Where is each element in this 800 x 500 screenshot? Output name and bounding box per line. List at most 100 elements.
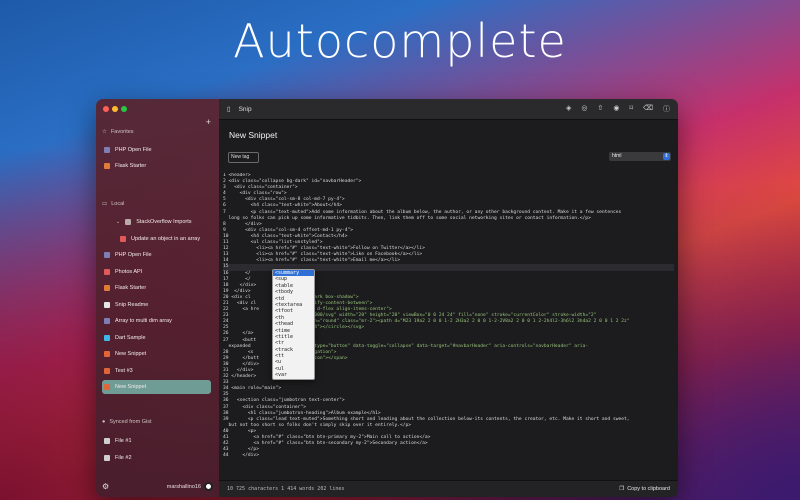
code-line-text: 20 <div cl bbox=[223, 294, 251, 300]
code-line-text: 41 <a href="#" class="btn btn-primary my… bbox=[223, 435, 431, 441]
sidebar-item-label: Test #3 bbox=[115, 367, 133, 374]
code-line-text: 34 <main role="main"> bbox=[223, 386, 282, 392]
code-line-text: 17 </ bbox=[223, 276, 251, 282]
code-line-text: 4 <div class="row"> bbox=[223, 191, 287, 197]
html-icon bbox=[104, 367, 110, 374]
sidebar-footer: ⚙ marshallino16 bbox=[102, 482, 213, 491]
sidebar-item-label: PHP Open File bbox=[115, 252, 152, 258]
sidebar-item[interactable]: Dart Sample bbox=[102, 331, 211, 345]
sidebar-item[interactable]: File #2 bbox=[102, 451, 211, 465]
code-line-text: 43 </p> bbox=[223, 447, 259, 453]
info-icon[interactable]: ⓘ bbox=[663, 104, 670, 114]
main-panel: ▯ Snip ◈ ◎ ⇧ ◉ ⌑ ⌫ ⓘ New Snippet New tag… bbox=[219, 99, 678, 497]
html-icon bbox=[104, 351, 110, 357]
add-snippet-button[interactable]: + bbox=[206, 117, 211, 127]
sidebar-item[interactable]: Test #3 bbox=[102, 364, 211, 378]
file-icon bbox=[104, 438, 110, 444]
close-window-button[interactable] bbox=[103, 106, 109, 112]
chevron-updown-icon: ⇕ bbox=[663, 153, 670, 160]
trash-icon[interactable]: ⌫ bbox=[643, 104, 653, 114]
code-line-text: 31 </div> bbox=[223, 368, 254, 373]
php-icon bbox=[104, 318, 110, 324]
window-controls bbox=[103, 106, 127, 112]
code-line-text: 16 </ bbox=[223, 270, 251, 276]
copy-to-clipboard-button[interactable]: ❐ Copy to clipboard bbox=[619, 486, 670, 492]
sidebar-item[interactable]: Update an object in an array bbox=[118, 232, 211, 246]
sidebar-item[interactable]: ⌄ StackOverflow Imports bbox=[114, 215, 211, 229]
hero-title: Autocomplete bbox=[233, 14, 567, 68]
code-line-text: 1 <header> bbox=[223, 173, 251, 178]
sidebar-item[interactable]: Snip Readme bbox=[102, 298, 211, 312]
github-icon: ● bbox=[102, 419, 106, 425]
copy-icon: ❐ bbox=[619, 486, 625, 492]
folder-icon bbox=[125, 219, 132, 225]
code-line-tail: ww.w3.org/2000/svg" width="20" height="2… bbox=[283, 313, 597, 319]
favorites-header: ☆ Favorites bbox=[102, 129, 134, 135]
sidebar-item[interactable]: New Snippet bbox=[102, 380, 211, 394]
sidebar-item-label: New Snippet bbox=[115, 384, 147, 390]
zoom-window-button[interactable] bbox=[121, 106, 127, 112]
sidebar-toggle-icon[interactable]: ▯ bbox=[227, 105, 231, 113]
gear-icon[interactable]: ⚙ bbox=[102, 482, 109, 491]
code-line-text: 14 <li><a href="#" class="text-white">Em… bbox=[223, 258, 401, 264]
code-line-tail: oke-linejoin="round" class="mr-2"><path … bbox=[283, 319, 630, 325]
code-line-text: 15 bbox=[223, 264, 229, 270]
dart-icon bbox=[104, 334, 110, 341]
flask-icon bbox=[104, 285, 110, 291]
language-value: html bbox=[612, 153, 622, 159]
sidebar-item-label: Flask Starter bbox=[115, 285, 147, 291]
code-line-text: 18 </div> bbox=[223, 282, 257, 288]
avatar bbox=[204, 482, 213, 491]
code-line-text: expanded bbox=[223, 343, 251, 349]
autocomplete-option[interactable]: <var bbox=[273, 372, 314, 378]
code-line-text: 32 </header> bbox=[223, 374, 257, 380]
markdown-icon bbox=[104, 301, 110, 308]
code-line-text: 30 </div> bbox=[223, 361, 259, 367]
autocomplete-popup: <summary <sup <table <tbody <td <textarea <tfo… bbox=[272, 269, 315, 380]
gist-header: ● Synced from Gist bbox=[102, 419, 152, 425]
code-line-text: 38 <h1 class="jumbotron-heading">Album e… bbox=[223, 410, 381, 416]
bookmark-icon[interactable]: ⌑ bbox=[630, 104, 634, 114]
sidebar-item[interactable]: Photos API bbox=[102, 265, 211, 279]
php-icon bbox=[104, 147, 110, 153]
code-line-text: long so folks can pick up some informati… bbox=[223, 215, 591, 221]
code-line-text: but not too short so folks don't simply … bbox=[223, 422, 412, 428]
sidebar-item-label: StackOverflow Imports bbox=[136, 219, 192, 225]
export-icon[interactable]: ⇧ bbox=[598, 104, 604, 114]
language-select[interactable]: html ⇕ bbox=[609, 152, 671, 161]
flask-icon bbox=[104, 163, 110, 169]
code-line-text: 11 <ul class="list-unstyled"> bbox=[223, 240, 323, 246]
sidebar-item-label: File #1 bbox=[115, 438, 132, 444]
sidebar-item[interactable]: New Snippet bbox=[102, 347, 211, 361]
chevron-down-icon[interactable]: ⌄ bbox=[116, 219, 120, 225]
sidebar-item-label: Array to multi dim array bbox=[115, 318, 172, 324]
sidebar-item-label: File #2 bbox=[115, 455, 132, 461]
user-account[interactable]: marshallino16 bbox=[167, 482, 213, 491]
snippet-title[interactable]: New Snippet bbox=[229, 130, 277, 140]
sidebar-item[interactable]: PHP Open File bbox=[102, 143, 211, 157]
preview-icon[interactable]: ◉ bbox=[613, 104, 619, 114]
code-line-text: 10 <h4 class="text-white">Contact</h4> bbox=[223, 233, 348, 239]
sidebar-item-label: Update an object in an array bbox=[131, 235, 201, 242]
js-icon bbox=[120, 235, 126, 242]
layers-icon[interactable]: ◈ bbox=[566, 104, 571, 114]
computer-icon: ▭ bbox=[102, 201, 108, 207]
sidebar-item[interactable]: Flask Starter bbox=[102, 159, 211, 173]
code-line-text: 33 bbox=[223, 380, 229, 386]
app-window: + ☆ Favorites PHP Open File Flask Starter… bbox=[96, 99, 678, 497]
star-icon: ☆ bbox=[102, 129, 107, 135]
minimize-window-button[interactable] bbox=[112, 106, 118, 112]
sidebar-item[interactable]: PHP Open File bbox=[102, 248, 211, 262]
new-tag-input[interactable]: New tag bbox=[228, 152, 259, 163]
status-bar: 10 725 characters 1 414 words 202 lines … bbox=[219, 480, 678, 497]
code-line-text: 21 <div cl bbox=[223, 300, 257, 306]
sidebar-item[interactable]: Array to multi dim array bbox=[102, 314, 211, 328]
code-line-text: 44 </div> bbox=[223, 453, 259, 459]
code-line-text: 22 <a hre bbox=[223, 307, 259, 313]
code-line-text: 8 </div> bbox=[223, 221, 262, 227]
toolbar: ▯ Snip ◈ ◎ ⇧ ◉ ⌑ ⌫ ⓘ bbox=[219, 99, 678, 120]
sidebar-item[interactable]: Flask Starter bbox=[102, 281, 211, 295]
sidebar-item[interactable]: File #1 bbox=[102, 434, 211, 448]
share-gist-icon[interactable]: ◎ bbox=[581, 104, 587, 114]
file-icon bbox=[104, 455, 110, 461]
